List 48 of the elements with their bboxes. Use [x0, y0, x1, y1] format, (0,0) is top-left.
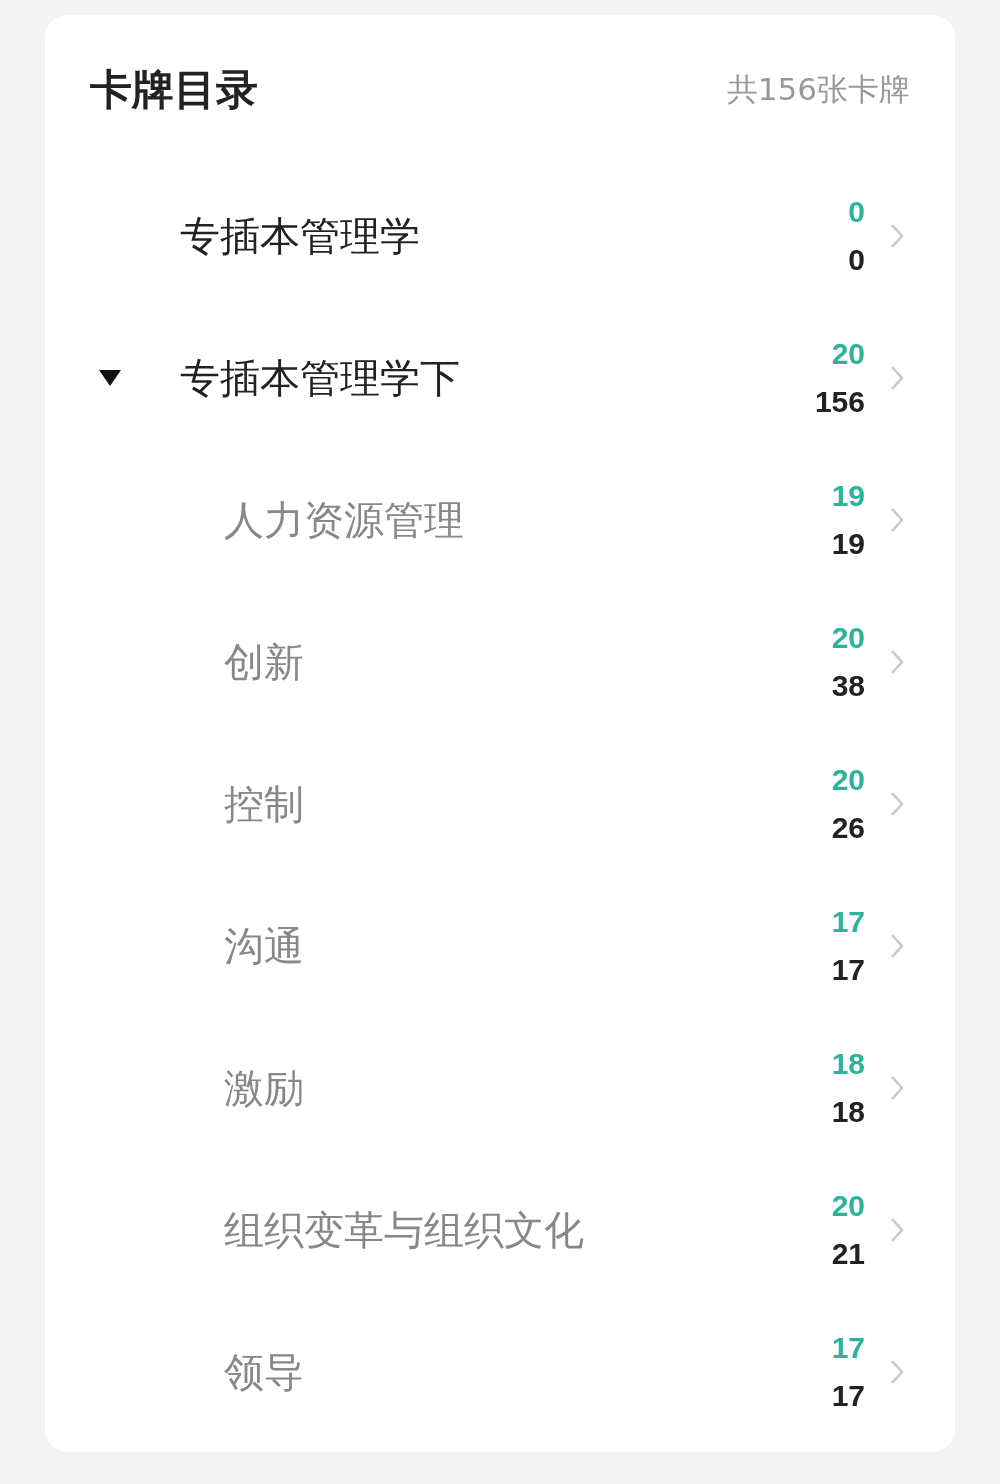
chevron-right-icon [889, 1216, 905, 1244]
due-count: 17 [831, 1331, 865, 1365]
subdeck-row[interactable]: 激励 18 18 [90, 1017, 910, 1159]
deck-row[interactable]: 专插本管理学 0 0 [90, 165, 910, 307]
card-count: 19 [831, 527, 865, 561]
chevron-right-icon [889, 1074, 905, 1102]
card-count: 21 [831, 1237, 865, 1271]
chevron-right-icon [889, 364, 905, 392]
deck-list-title: 卡牌目录 [90, 64, 258, 116]
due-count: 0 [848, 195, 865, 229]
due-count: 20 [831, 621, 865, 655]
card-count: 17 [831, 953, 865, 987]
deck-name: 专插本管理学 [180, 211, 421, 261]
chevron-right-icon [889, 790, 905, 818]
subdeck-row[interactable]: 控制 20 26 [90, 733, 910, 875]
subdeck-row[interactable]: 领导 17 17 [90, 1301, 910, 1443]
subdeck-row[interactable]: 创新 20 38 [90, 591, 910, 733]
due-count: 18 [831, 1047, 865, 1081]
deck-name: 专插本管理学下 [180, 353, 461, 403]
due-count: 19 [831, 479, 865, 513]
subdeck-name: 领导 [224, 1347, 305, 1397]
chevron-right-icon [889, 648, 905, 676]
due-count: 20 [831, 337, 865, 371]
subdeck-name: 创新 [224, 637, 305, 687]
subdeck-row[interactable]: 沟通 17 17 [90, 875, 910, 1017]
card-count: 38 [831, 669, 865, 703]
card-count: 18 [831, 1095, 865, 1129]
subdeck-name: 沟通 [224, 921, 305, 971]
subdeck-name: 控制 [224, 779, 305, 829]
chevron-right-icon [889, 222, 905, 250]
due-count: 17 [831, 905, 865, 939]
card-count: 0 [848, 243, 865, 277]
subdeck-name: 激励 [224, 1063, 305, 1113]
card-count: 156 [814, 385, 865, 419]
card-count: 26 [831, 811, 865, 845]
due-count: 20 [831, 1189, 865, 1223]
subdeck-row[interactable]: 组织变革与组织文化 20 21 [90, 1159, 910, 1301]
subdeck-name: 组织变革与组织文化 [224, 1205, 585, 1255]
subdeck-name: 人力资源管理 [224, 495, 465, 545]
deck-row[interactable]: 专插本管理学下 20 156 [90, 307, 910, 449]
subdeck-row[interactable]: 人力资源管理 19 19 [90, 449, 910, 591]
expand-triangle-icon[interactable] [98, 368, 122, 388]
card-total: 共156张卡牌 [726, 70, 910, 109]
chevron-right-icon [889, 1358, 905, 1386]
card-count: 17 [831, 1379, 865, 1413]
due-count: 20 [831, 763, 865, 797]
chevron-right-icon [889, 932, 905, 960]
chevron-right-icon [889, 506, 905, 534]
